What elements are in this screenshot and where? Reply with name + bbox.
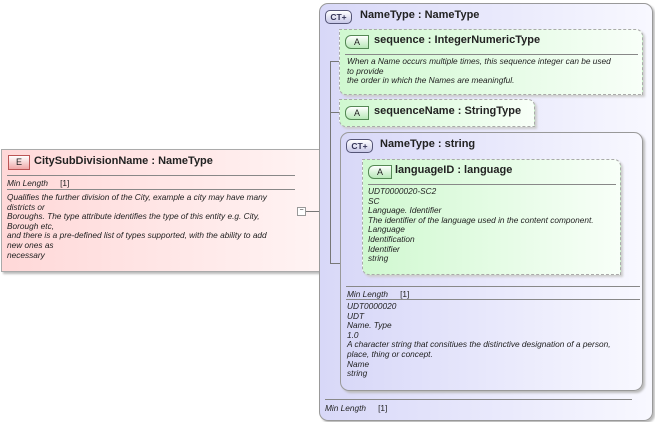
attribute-badge: A [368,165,392,179]
attribute-title: sequenceName : StringType [374,105,522,117]
attribute-title: sequence : IntegerNumericType [374,34,541,46]
complex-type-badge: CT+ [325,10,352,24]
doc-line: necessary [7,249,45,260]
doc-line: Identification [368,233,415,244]
doc-line: string [347,368,368,379]
complex-type-title: NameType : string [380,138,476,150]
doc-line: Identifier [368,243,400,254]
attribute-badge: A [345,106,369,120]
element-title: CitySubDivisionName : NameType [34,155,213,167]
doc-line: Qualifies the further division of the Ci… [7,192,267,202]
attribute-title: languageID : language [395,164,513,176]
attribute-sequence[interactable]: A sequence : IntegerNumericType When a N… [339,29,643,95]
min-length: Min Length [1] [325,403,388,413]
complex-type-nametype-string: CT+ NameType : string A languageID : lan… [340,132,643,391]
element-badge: E [8,155,30,170]
attribute-badge: A [345,35,369,49]
doc-line: UDT0000020 [347,301,397,311]
complex-type-nametype: CT+ NameType : NameType A sequence : Int… [319,3,653,421]
doc-line: the order in which the Names are meaning… [347,75,515,86]
doc-line: string [368,253,389,264]
attribute-doc: UDT0000020-SC2 SC Language. Identifier The … [368,186,594,264]
complex-type-title: NameType : NameType [360,9,480,21]
element-doc: Qualifies the further division of the Ci… [7,192,267,260]
complex-type-badge: CT+ [346,139,373,153]
doc-line: Name [347,358,370,369]
doc-line: UDT0000020-SC2 [368,186,437,196]
min-length: Min Length [1] [347,289,410,299]
attribute-languageid[interactable]: A languageID : language UDT0000020-SC2 SC… [362,159,621,275]
element-citysubdivisionname[interactable]: E CitySubDivisionName : NameType Min Len… [1,149,326,272]
collapse-toggle[interactable]: − [297,207,306,216]
min-length: Min Length [1] [7,178,70,188]
attribute-sequencename[interactable]: A sequenceName : StringType [339,99,535,127]
doc-line: Name. Type [347,320,392,331]
doc-line: new ones as [7,239,54,250]
doc-line: When a Name occurs multiple times, this … [347,56,611,66]
doc-line: place, thing or concept. [347,348,433,359]
attribute-doc: When a Name occurs multiple times, this … [347,56,611,86]
complex-type-doc: UDT0000020 UDT Name. Type 1.0 A character st… [347,301,611,379]
